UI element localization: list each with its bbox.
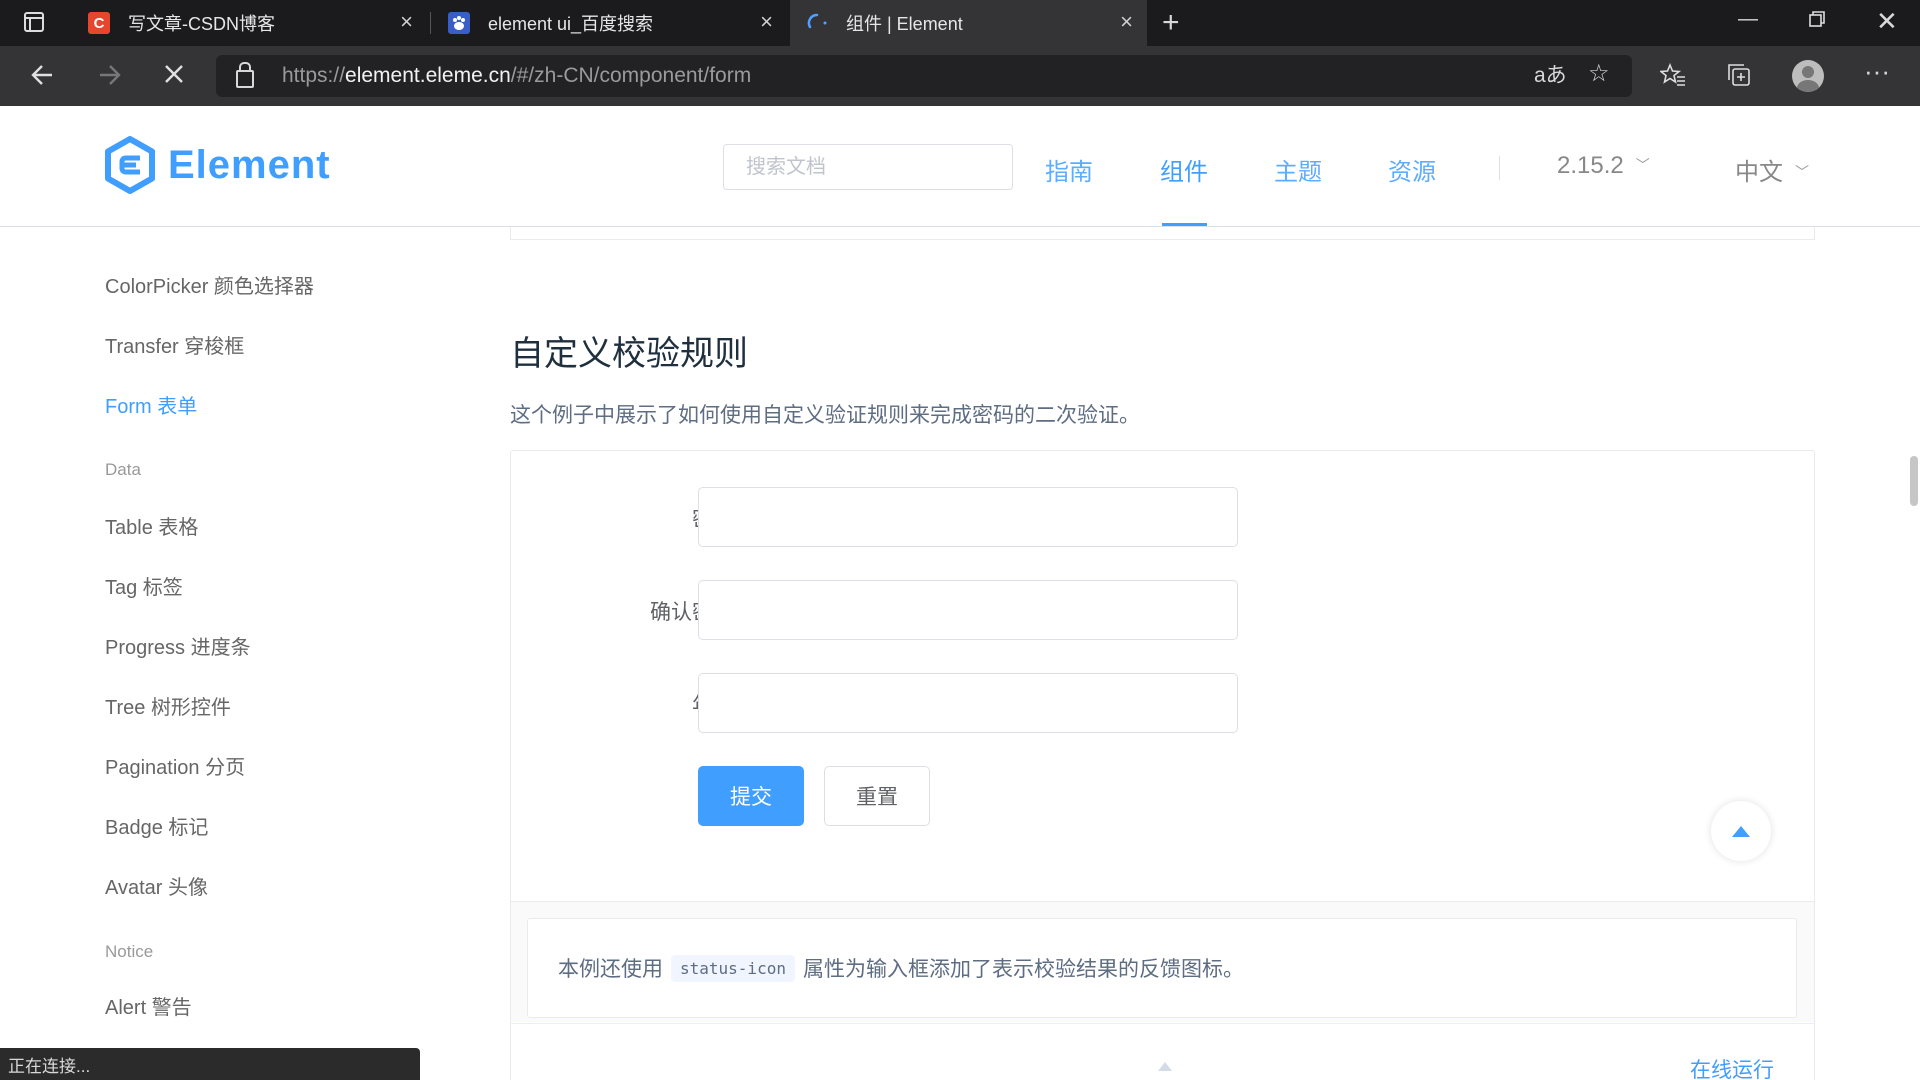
- sidebar-group-data: Data: [105, 460, 141, 479]
- previous-demo-box: [510, 226, 1815, 240]
- url-field[interactable]: https://element.eleme.cn/#/zh-CN/compone…: [216, 55, 1632, 97]
- demo-description: 本例还使用 status-icon 属性为输入框添加了表示校验结果的反馈图标。: [527, 918, 1797, 1018]
- tab-title: 组件 | Element: [846, 14, 963, 34]
- password-field[interactable]: [698, 487, 1238, 547]
- section-description: 这个例子中展示了如何使用自定义验证规则来完成密码的二次验证。: [510, 404, 1140, 427]
- demo-box: 密码 确认密码 年龄 提交 重置 本例还使用: [510, 450, 1815, 1080]
- site-header: Element 指南 组件 主题 资源 2.15.2 ﹀ 中文 ﹀: [0, 106, 1920, 227]
- web-page: Element 指南 组件 主题 资源 2.15.2 ﹀ 中文 ﹀ ColorPic…: [0, 106, 1920, 1080]
- url-text[interactable]: https://element.eleme.cn/#/zh-CN/compone…: [282, 64, 751, 88]
- nav-theme[interactable]: 主题: [1274, 152, 1322, 187]
- browser-tab-element[interactable]: 组件 | Element ×: [790, 0, 1147, 46]
- logo[interactable]: Element: [104, 136, 331, 194]
- nav-divider: [1499, 156, 1500, 180]
- element-logo-icon: [105, 136, 155, 194]
- note-text-before: 本例还使用: [558, 958, 663, 981]
- new-tab-icon[interactable]: +: [1162, 6, 1180, 40]
- nav-resource[interactable]: 资源: [1388, 152, 1436, 187]
- chevron-down-icon: ﹀: [1635, 157, 1650, 173]
- baidu-icon: [448, 12, 470, 34]
- close-icon[interactable]: ×: [400, 11, 413, 33]
- add-favorite-icon[interactable]: ☆: [1588, 61, 1610, 87]
- tab-title: element ui_百度搜索: [488, 14, 654, 34]
- page-scrollbar[interactable]: [1910, 456, 1918, 506]
- address-toolbar: https://element.eleme.cn/#/zh-CN/compone…: [0, 46, 1920, 106]
- sidebar-item-pagination[interactable]: Pagination 分页: [105, 751, 245, 780]
- browser-tab-baidu[interactable]: element ui_百度搜索 ×: [432, 0, 787, 46]
- sidebar-item-colorpicker[interactable]: ColorPicker 颜色选择器: [105, 270, 314, 299]
- sidebar-item-avatar[interactable]: Avatar 头像: [105, 871, 208, 900]
- demo-description-area: 本例还使用 status-icon 属性为输入框添加了表示校验结果的反馈图标。: [511, 901, 1814, 1022]
- close-window-icon[interactable]: ✕: [1876, 6, 1898, 37]
- version-label: 2.15.2: [1557, 152, 1624, 179]
- nav-guide[interactable]: 指南: [1045, 152, 1093, 187]
- nav-active-indicator: [1162, 223, 1207, 226]
- browser-status-bar: 正在连接...: [0, 1048, 420, 1080]
- tab-actions-icon[interactable]: [24, 12, 44, 38]
- close-icon[interactable]: ×: [1120, 11, 1133, 33]
- form-row-age: 年龄: [511, 673, 1291, 733]
- browser-tab-csdn[interactable]: C 写文章-CSDN博客 ×: [72, 0, 427, 46]
- language-dropdown[interactable]: 中文 ﹀: [1735, 152, 1809, 187]
- lock-icon[interactable]: [236, 62, 254, 88]
- language-label: 中文: [1735, 159, 1783, 186]
- form-row-password: 密码: [511, 487, 1291, 547]
- forward-icon[interactable]: [96, 62, 122, 92]
- more-menu-icon[interactable]: ···: [1864, 58, 1890, 84]
- collections-icon[interactable]: [1726, 62, 1752, 94]
- reset-button[interactable]: 重置: [824, 766, 930, 826]
- sidebar-item-table[interactable]: Table 表格: [105, 511, 198, 540]
- profile-avatar-icon[interactable]: [1792, 60, 1824, 92]
- back-to-top-button[interactable]: [1711, 801, 1771, 861]
- browser-tab-bar: C 写文章-CSDN博客 × element ui_百度搜索 × 组件 | El…: [0, 0, 1920, 46]
- loading-icon: [806, 12, 828, 34]
- close-icon[interactable]: ×: [760, 11, 773, 33]
- demo-control-bar[interactable]: 在线运行: [511, 1023, 1814, 1080]
- sidebar-item-transfer[interactable]: Transfer 穿梭框: [105, 330, 244, 359]
- sidebar-group-notice: Notice: [105, 942, 154, 961]
- run-online-link[interactable]: 在线运行: [1690, 1054, 1774, 1080]
- csdn-icon: C: [88, 12, 110, 34]
- favorites-icon[interactable]: [1658, 62, 1686, 94]
- tab-title: 写文章-CSDN博客: [128, 14, 275, 34]
- stop-loading-icon[interactable]: [162, 62, 186, 90]
- nav-component[interactable]: 组件: [1160, 152, 1208, 187]
- sidebar: ColorPicker 颜色选择器 Transfer 穿梭框 Form 表单 D…: [0, 226, 460, 1080]
- form-actions: 提交 重置: [511, 766, 1291, 826]
- submit-button[interactable]: 提交: [698, 766, 804, 826]
- logo-text: Element: [168, 142, 331, 187]
- sidebar-item-form[interactable]: Form 表单: [105, 390, 197, 419]
- age-field[interactable]: [698, 673, 1238, 733]
- sidebar-item-badge[interactable]: Badge 标记: [105, 811, 208, 840]
- sidebar-item-progress[interactable]: Progress 进度条: [105, 631, 251, 660]
- chevron-down-icon: ﹀: [1795, 164, 1809, 180]
- minimize-icon[interactable]: —: [1738, 8, 1758, 31]
- caret-up-icon: [1158, 1062, 1172, 1071]
- search-input[interactable]: [723, 144, 1013, 190]
- version-dropdown[interactable]: 2.15.2 ﹀: [1557, 152, 1650, 180]
- code-inline: status-icon: [671, 954, 795, 982]
- form-row-confirm-password: 确认密码: [511, 580, 1291, 640]
- restore-icon[interactable]: [1808, 10, 1826, 34]
- note-text-after: 属性为输入框添加了表示校验结果的反馈图标。: [802, 958, 1244, 981]
- caret-up-icon: [1732, 825, 1750, 837]
- sidebar-item-tag[interactable]: Tag 标签: [105, 571, 183, 600]
- sidebar-item-tree[interactable]: Tree 树形控件: [105, 691, 231, 720]
- read-aloud-icon[interactable]: aあ: [1534, 63, 1567, 89]
- tab-separator: [430, 12, 431, 34]
- confirm-password-field[interactable]: [698, 580, 1238, 640]
- section-title: 自定义校验规则: [510, 335, 748, 373]
- back-icon[interactable]: [30, 62, 56, 92]
- description-text: 本例还使用 status-icon 属性为输入框添加了表示校验结果的反馈图标。: [558, 953, 1244, 983]
- sidebar-item-alert[interactable]: Alert 警告: [105, 991, 192, 1020]
